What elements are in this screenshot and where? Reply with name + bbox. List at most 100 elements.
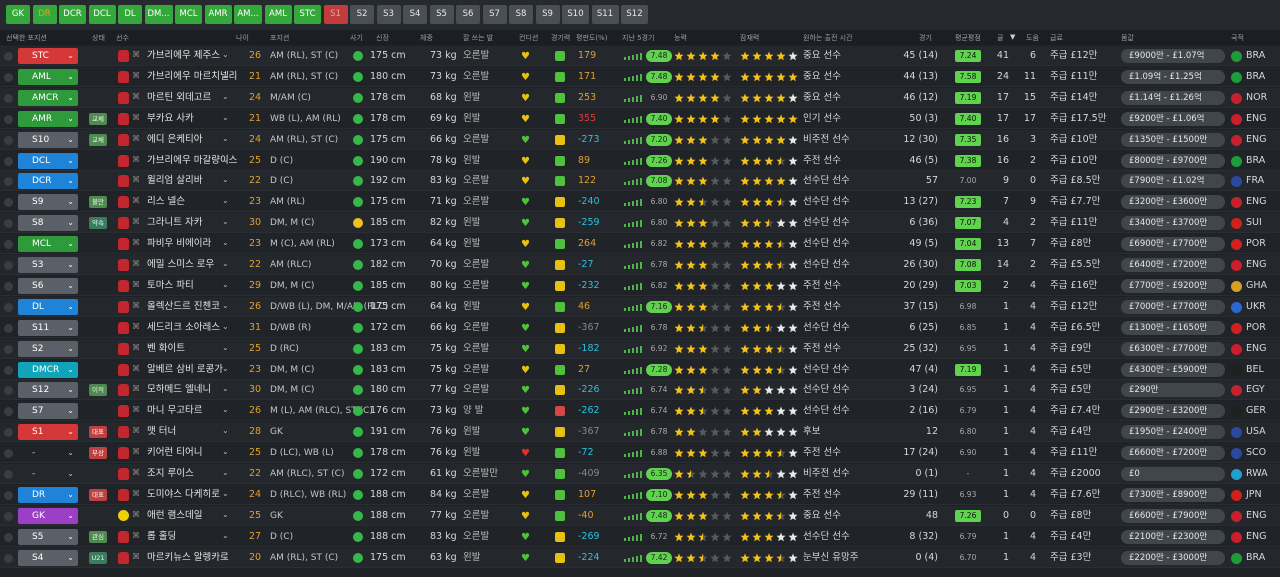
table-row[interactable]: AML ⌄ ⌘ 가브리에우 마르치넬리 ⌄ 21 AM (RL), ST (C) 180 cm… bbox=[0, 66, 1280, 87]
row-select-radio[interactable] bbox=[4, 198, 13, 208]
selected-position-dropdown[interactable]: S11 ⌄ bbox=[18, 319, 78, 336]
col-height[interactable]: 신장 bbox=[376, 33, 389, 43]
row-select-radio[interactable] bbox=[4, 365, 13, 375]
table-row[interactable]: S3 ⌄ ⌘ 에밀 스미스 로우 ⌄ 22 AM (RLC) 182 cm 70 kg 오른발 ♥ -… bbox=[0, 255, 1280, 275]
chevron-down-icon[interactable]: ⌄ bbox=[222, 50, 229, 59]
position-tab-dr[interactable]: DR bbox=[32, 5, 57, 24]
row-select-radio[interactable] bbox=[4, 261, 13, 270]
row-select-radio[interactable] bbox=[4, 72, 13, 82]
position-tab-s6[interactable]: S6 bbox=[456, 5, 480, 24]
position-tab-s4[interactable]: S4 bbox=[403, 5, 427, 24]
selected-position-dropdown[interactable]: AML ⌄ bbox=[18, 68, 78, 85]
player-name[interactable]: 가브리에우 제주스 bbox=[147, 50, 220, 62]
chevron-down-icon[interactable]: ⌄ bbox=[222, 259, 229, 268]
link-icon[interactable]: ⌘ bbox=[132, 426, 140, 435]
position-tab-mcl[interactable]: MCL bbox=[175, 5, 202, 24]
col-goals[interactable]: 골 bbox=[997, 33, 1003, 43]
chevron-down-icon[interactable]: ⌄ bbox=[222, 238, 229, 247]
table-row[interactable]: S12 ⌄ 이적 ⌘ 모하메드 엘네니 ⌄ 30 DM, M (C) 180 cm 77 kg 오른… bbox=[0, 380, 1280, 401]
row-select-radio[interactable] bbox=[4, 135, 13, 145]
position-tab-gk[interactable]: GK bbox=[6, 5, 30, 24]
table-row[interactable]: S5 ⌄ 관심 ⌘ 롭 홀딩 ⌄ 27 D (C) 188 cm 83 kg 오른발 ♥ -269 6.7… bbox=[0, 526, 1280, 547]
table-row[interactable]: S8 ⌄ 약속 ⌘ 그라니트 자카 ⌄ 30 DM, M (C) 185 cm 82 kg 왼발 ♥ -… bbox=[0, 213, 1280, 234]
link-icon[interactable]: ⌘ bbox=[132, 384, 140, 393]
player-name[interactable]: 세드리크 소아레스 bbox=[147, 322, 220, 334]
chevron-down-icon[interactable]: ⌄ bbox=[222, 552, 229, 561]
col-last5[interactable]: 지난 5경기 bbox=[622, 33, 654, 43]
col-status[interactable]: 상태 bbox=[92, 33, 105, 43]
link-icon[interactable]: ⌘ bbox=[132, 113, 140, 122]
player-name[interactable]: 벤 화이트 bbox=[147, 343, 185, 355]
sort-desc-icon[interactable]: ▼ bbox=[1010, 33, 1015, 41]
table-row[interactable]: S2 ⌄ ⌘ 벤 화이트 ⌄ 25 D (RC) 183 cm 75 kg 오른발 ♥ -182 6.9… bbox=[0, 338, 1280, 359]
position-tab-dm[interactable]: DM... bbox=[144, 5, 173, 24]
link-icon[interactable]: ⌘ bbox=[132, 92, 140, 101]
position-tab-s7[interactable]: S7 bbox=[482, 5, 507, 24]
row-select-radio[interactable] bbox=[4, 386, 13, 396]
link-icon[interactable]: ⌘ bbox=[132, 134, 140, 143]
link-icon[interactable]: ⌘ bbox=[132, 301, 140, 310]
col-wage[interactable]: 급료 bbox=[1050, 33, 1063, 43]
selected-position-dropdown[interactable]: DMCR ⌄ bbox=[18, 361, 78, 378]
row-select-radio[interactable] bbox=[4, 428, 13, 438]
link-icon[interactable]: ⌘ bbox=[132, 175, 140, 184]
position-tab-s11[interactable]: S11 bbox=[591, 5, 619, 24]
chevron-down-icon[interactable]: ⌄ bbox=[222, 280, 229, 289]
selected-position-dropdown[interactable]: DCR ⌄ bbox=[18, 173, 78, 190]
row-select-radio[interactable] bbox=[4, 219, 13, 229]
position-tab-dcl[interactable]: DCL bbox=[88, 5, 116, 24]
player-name[interactable]: 에디 은케티아 bbox=[147, 134, 202, 146]
chevron-down-icon[interactable]: ⌄ bbox=[222, 343, 229, 352]
player-name[interactable]: 애런 램스데일 bbox=[147, 510, 202, 522]
table-row[interactable]: S1 ⌄ 대표 ⌘ 맷 터너 ⌄ 28 GK 191 cm 76 kg 왼발 ♥ -367 6.78 후보 1… bbox=[0, 422, 1280, 443]
position-tab-s1[interactable]: S1 bbox=[323, 5, 348, 24]
row-select-radio[interactable] bbox=[4, 407, 13, 417]
selected-position-dropdown[interactable]: S8 ⌄ bbox=[18, 215, 78, 232]
link-icon[interactable]: ⌘ bbox=[132, 50, 140, 59]
col-ability[interactable]: 능력 bbox=[674, 33, 687, 43]
chevron-down-icon[interactable]: ⌄ bbox=[222, 92, 229, 101]
table-row[interactable]: S7 ⌄ ⌘ 마니 무고타르 ⌄ 26 M (L), AM (RLC), ST (C) 176… bbox=[0, 401, 1280, 422]
table-row[interactable]: DMCR ⌄ ⌘ 알베르 삼비 로콩가 ⌄ 23 DM, M (C) 183 cm 75 kg 오… bbox=[0, 359, 1280, 380]
position-tab-dcr[interactable]: DCR bbox=[59, 5, 86, 24]
player-name[interactable]: 알베르 삼비 로콩가 bbox=[147, 364, 223, 376]
link-icon[interactable]: ⌘ bbox=[132, 238, 140, 247]
player-name[interactable]: 조지 루이스 bbox=[147, 468, 194, 480]
position-tab-s12[interactable]: S12 bbox=[621, 5, 648, 24]
link-icon[interactable]: ⌘ bbox=[132, 155, 140, 164]
player-name[interactable]: 에밀 스미스 로우 bbox=[147, 259, 214, 271]
row-select-radio[interactable] bbox=[4, 302, 13, 312]
player-name[interactable]: 마르키뉴스 알렝카르 bbox=[147, 552, 229, 564]
selected-position-dropdown[interactable]: AMCR ⌄ bbox=[18, 89, 78, 106]
link-icon[interactable]: ⌘ bbox=[132, 259, 140, 268]
player-name[interactable]: 토마스 파티 bbox=[147, 280, 194, 292]
table-row[interactable]: S10 ⌄ 교체 ⌘ 에디 은케티아 ⌄ 24 AM (RL), ST (C) 175 cm 66… bbox=[0, 129, 1280, 150]
col-condition[interactable]: 컨디션 bbox=[519, 33, 538, 43]
chevron-down-icon[interactable]: ⌄ bbox=[222, 155, 229, 164]
position-tab-s2[interactable]: S2 bbox=[350, 5, 374, 24]
position-tab-stc[interactable]: STC bbox=[294, 5, 321, 24]
row-select-radio[interactable] bbox=[4, 323, 13, 333]
link-icon[interactable]: ⌘ bbox=[132, 322, 140, 331]
row-select-radio[interactable] bbox=[4, 281, 13, 291]
link-icon[interactable]: ⌘ bbox=[132, 280, 140, 289]
player-name[interactable]: 부카요 사카 bbox=[147, 113, 194, 125]
table-row[interactable]: STC ⌄ ⌘ 가브리에우 제주스 ⌄ 26 AM (RL), ST (C) 175 cm 73… bbox=[0, 46, 1280, 66]
player-name[interactable]: 키어런 티어니 bbox=[147, 447, 202, 459]
selected-position-dropdown[interactable]: STC ⌄ bbox=[18, 48, 78, 64]
chevron-down-icon[interactable]: ⌄ bbox=[222, 71, 229, 80]
col-nation[interactable]: 국적 bbox=[1231, 33, 1244, 43]
player-name[interactable]: 리스 넬슨 bbox=[147, 196, 185, 208]
col-selected-position[interactable]: 선택한 포지션 bbox=[6, 33, 47, 43]
position-tab-s8[interactable]: S8 bbox=[509, 5, 533, 24]
col-reputation[interactable]: 평판도(%) bbox=[576, 33, 607, 43]
col-position[interactable]: 포지션 bbox=[270, 33, 289, 43]
table-row[interactable]: DCL ⌄ ⌘ 가브리에우 마갈량이스 ⌄ 25 D (C) 190 cm 78 kg 왼발 ♥ 89… bbox=[0, 150, 1280, 171]
chevron-down-icon[interactable]: ⌄ bbox=[222, 510, 229, 519]
selected-position-dropdown[interactable]: DR ⌄ bbox=[18, 486, 78, 503]
link-icon[interactable]: ⌘ bbox=[132, 468, 140, 477]
row-select-radio[interactable] bbox=[4, 490, 13, 500]
row-select-radio[interactable] bbox=[4, 449, 13, 459]
position-tab-s9[interactable]: S9 bbox=[535, 5, 560, 24]
row-select-radio[interactable] bbox=[4, 240, 13, 250]
